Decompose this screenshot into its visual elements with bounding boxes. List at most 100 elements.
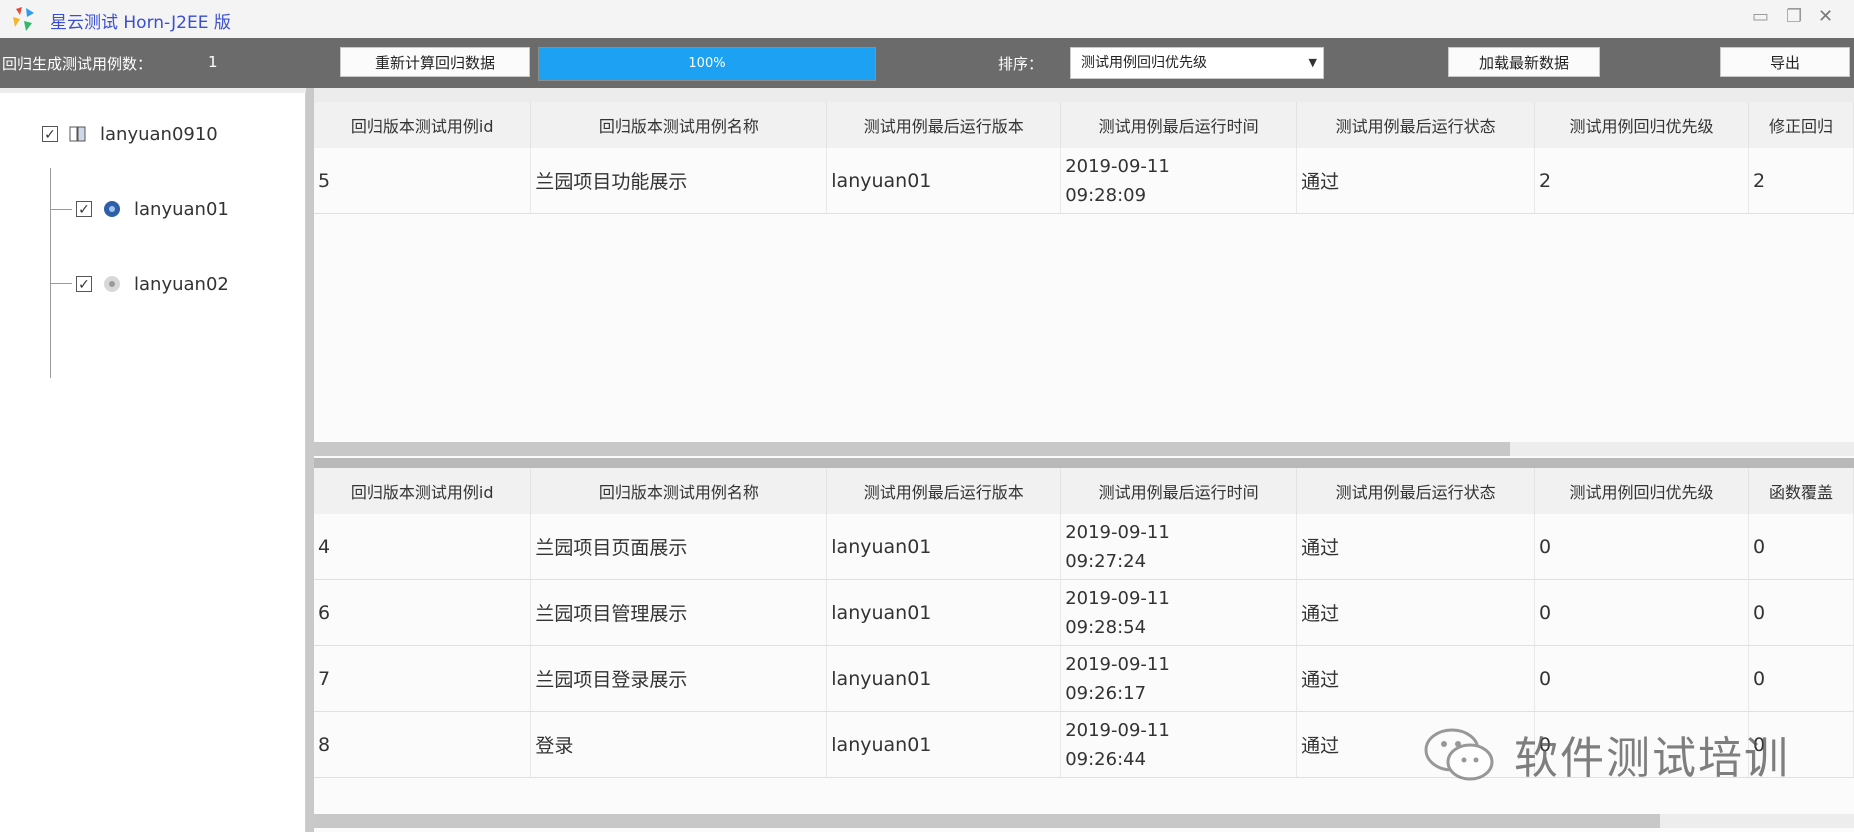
cell-time: 09:26:44: [1065, 748, 1147, 770]
cell-extra: 0: [1748, 514, 1854, 580]
column-header[interactable]: 测试用例最后运行版本: [826, 102, 1062, 148]
column-header[interactable]: 修正回归: [1748, 102, 1854, 148]
cell-extra: 0: [1748, 645, 1854, 712]
cell-id: 5: [314, 148, 532, 214]
top-results-grid: 回归版本测试用例id 回归版本测试用例名称 测试用例最后运行版本 测试用例最后运…: [314, 102, 1854, 458]
progress-bar: 100%: [538, 47, 876, 81]
header-row: 回归版本测试用例id 回归版本测试用例名称 测试用例最后运行版本 测试用例最后运…: [314, 468, 1854, 514]
column-header[interactable]: 回归版本测试用例名称: [530, 102, 828, 148]
tree-node-lanyuan02[interactable]: ✓ lanyuan02: [76, 271, 229, 297]
vertical-splitter[interactable]: [306, 88, 314, 832]
progress-text: 100%: [688, 56, 726, 71]
cell-time: 09:28:54: [1065, 616, 1147, 638]
column-header[interactable]: 回归版本测试用例名称: [530, 468, 828, 514]
tree-connector: [50, 168, 51, 378]
cell-name: 兰园项目页面展示: [530, 514, 828, 580]
cell-name: 兰园项目登录展示: [530, 645, 828, 712]
horizontal-scrollbar-thumb[interactable]: [314, 442, 1510, 456]
cell-status: 通过: [1296, 514, 1536, 580]
table-row[interactable]: 5 兰园项目功能展示 lanyuan01 2019-09-11 09:28:09 …: [314, 148, 1854, 214]
cell-priority: 0: [1534, 645, 1749, 712]
version-dot-icon: [104, 201, 120, 217]
cell-extra: 0: [1748, 579, 1854, 646]
cell-time: 09:27:24: [1065, 550, 1147, 572]
version-tree-panel: ✓ lanyuan0910 ✓ lanyuan01 ✓ lanyuan02: [0, 93, 307, 832]
tree-node-root[interactable]: ✓ lanyuan0910: [42, 121, 218, 147]
title-bar: 星云测试 Horn-J2EE 版 ▭ ❐ ✕: [0, 0, 1854, 39]
sort-select[interactable]: 测试用例回归优先级 ▼: [1070, 47, 1324, 79]
cell-priority: 0: [1534, 514, 1749, 580]
column-header[interactable]: 测试用例回归优先级: [1534, 102, 1749, 148]
column-header[interactable]: 测试用例最后运行版本: [826, 468, 1062, 514]
cell-version: lanyuan01: [826, 579, 1062, 646]
regression-count-label: 回归生成测试用例数：: [2, 55, 153, 73]
export-button[interactable]: 导出: [1720, 47, 1850, 77]
tree-node-label: lanyuan0910: [100, 123, 218, 145]
column-header[interactable]: 回归版本测试用例id: [314, 102, 532, 148]
cell-name: 兰园项目功能展示: [530, 148, 828, 214]
cell-id: 7: [314, 645, 532, 712]
cell-name: 登录: [530, 711, 828, 778]
project-icon: [69, 126, 86, 142]
checkbox-checked-icon[interactable]: ✓: [76, 276, 92, 293]
close-icon[interactable]: ✕: [1818, 6, 1833, 27]
watermark: 软件测试培训: [1420, 722, 1790, 786]
cell-time: 09:28:09: [1065, 184, 1147, 206]
horizontal-splitter[interactable]: [314, 458, 1854, 468]
table-row[interactable]: 6 兰园项目管理展示 lanyuan01 2019-09-11 09:28:54 …: [314, 579, 1854, 646]
version-dot-icon: [104, 276, 120, 292]
minimize-icon[interactable]: ▭: [1752, 6, 1769, 27]
cell-status: 通过: [1296, 645, 1536, 712]
cell-version: lanyuan01: [826, 645, 1062, 712]
cell-id: 8: [314, 711, 532, 778]
cell-priority: 0: [1534, 579, 1749, 646]
cell-run-time: 2019-09-11 09:26:17: [1060, 645, 1298, 712]
cell-time: 09:26:17: [1065, 682, 1147, 704]
cell-id: 4: [314, 514, 532, 580]
cell-date: 2019-09-11: [1065, 521, 1170, 543]
wechat-icon: [1424, 728, 1494, 781]
tree-node-label: lanyuan01: [134, 198, 229, 220]
column-header[interactable]: 测试用例回归优先级: [1534, 468, 1749, 514]
cell-date: 2019-09-11: [1065, 653, 1170, 675]
restore-icon[interactable]: ❐: [1786, 6, 1802, 27]
cell-status: 通过: [1296, 148, 1536, 214]
column-header[interactable]: 测试用例最后运行状态: [1296, 468, 1536, 514]
tree-node-label: lanyuan02: [134, 273, 229, 295]
table-row[interactable]: 7 兰园项目登录展示 lanyuan01 2019-09-11 09:26:17 …: [314, 645, 1854, 712]
chevron-down-icon: ▼: [1308, 56, 1317, 69]
tree-node-lanyuan01[interactable]: ✓ lanyuan01: [76, 196, 229, 222]
checkbox-checked-icon[interactable]: ✓: [76, 201, 92, 218]
cell-version: lanyuan01: [826, 514, 1062, 580]
app-logo-icon: [13, 7, 34, 31]
cell-run-time: 2019-09-11 09:28:54: [1060, 579, 1298, 646]
horizontal-scrollbar-thumb[interactable]: [314, 814, 1660, 828]
toolbar: 回归生成测试用例数： 1 重新计算回归数据 100% 排序： 测试用例回归优先级…: [0, 38, 1854, 88]
cell-date: 2019-09-11: [1065, 719, 1170, 741]
column-header[interactable]: 函数覆盖: [1748, 468, 1854, 514]
recalculate-button[interactable]: 重新计算回归数据: [340, 47, 530, 77]
cell-date: 2019-09-11: [1065, 587, 1170, 609]
regression-count-value: 1: [208, 53, 218, 71]
cell-id: 6: [314, 579, 532, 646]
column-header[interactable]: 测试用例最后运行时间: [1060, 468, 1298, 514]
checkbox-checked-icon[interactable]: ✓: [42, 126, 58, 143]
tree-connector: [50, 209, 72, 210]
cell-run-time: 2019-09-11 09:27:24: [1060, 514, 1298, 580]
header-row: 回归版本测试用例id 回归版本测试用例名称 测试用例最后运行版本 测试用例最后运…: [314, 102, 1854, 148]
column-header[interactable]: 测试用例最后运行时间: [1060, 102, 1298, 148]
sort-label: 排序：: [998, 55, 1044, 73]
cell-version: lanyuan01: [826, 148, 1062, 214]
load-latest-button[interactable]: 加载最新数据: [1448, 47, 1600, 77]
table-row[interactable]: 4 兰园项目页面展示 lanyuan01 2019-09-11 09:27:24 …: [314, 514, 1854, 580]
column-header[interactable]: 测试用例最后运行状态: [1296, 102, 1536, 148]
sort-selected-value: 测试用例回归优先级: [1081, 55, 1207, 71]
tree-connector: [50, 283, 72, 284]
cell-priority: 2: [1534, 148, 1749, 214]
column-header[interactable]: 回归版本测试用例id: [314, 468, 532, 514]
cell-run-time: 2019-09-11 09:28:09: [1060, 148, 1298, 214]
cell-run-time: 2019-09-11 09:26:44: [1060, 711, 1298, 778]
cell-name: 兰园项目管理展示: [530, 579, 828, 646]
cell-extra: 2: [1748, 148, 1854, 214]
cell-date: 2019-09-11: [1065, 155, 1170, 177]
